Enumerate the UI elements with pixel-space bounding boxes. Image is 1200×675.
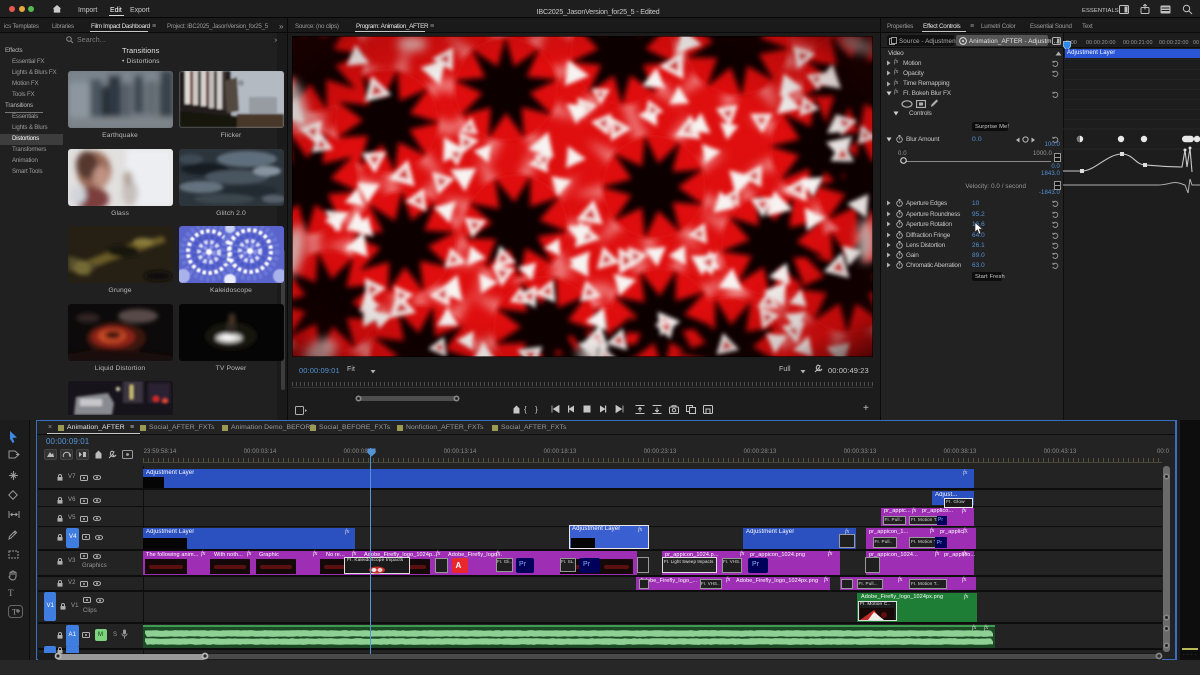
svg-text:T: T xyxy=(12,608,17,617)
